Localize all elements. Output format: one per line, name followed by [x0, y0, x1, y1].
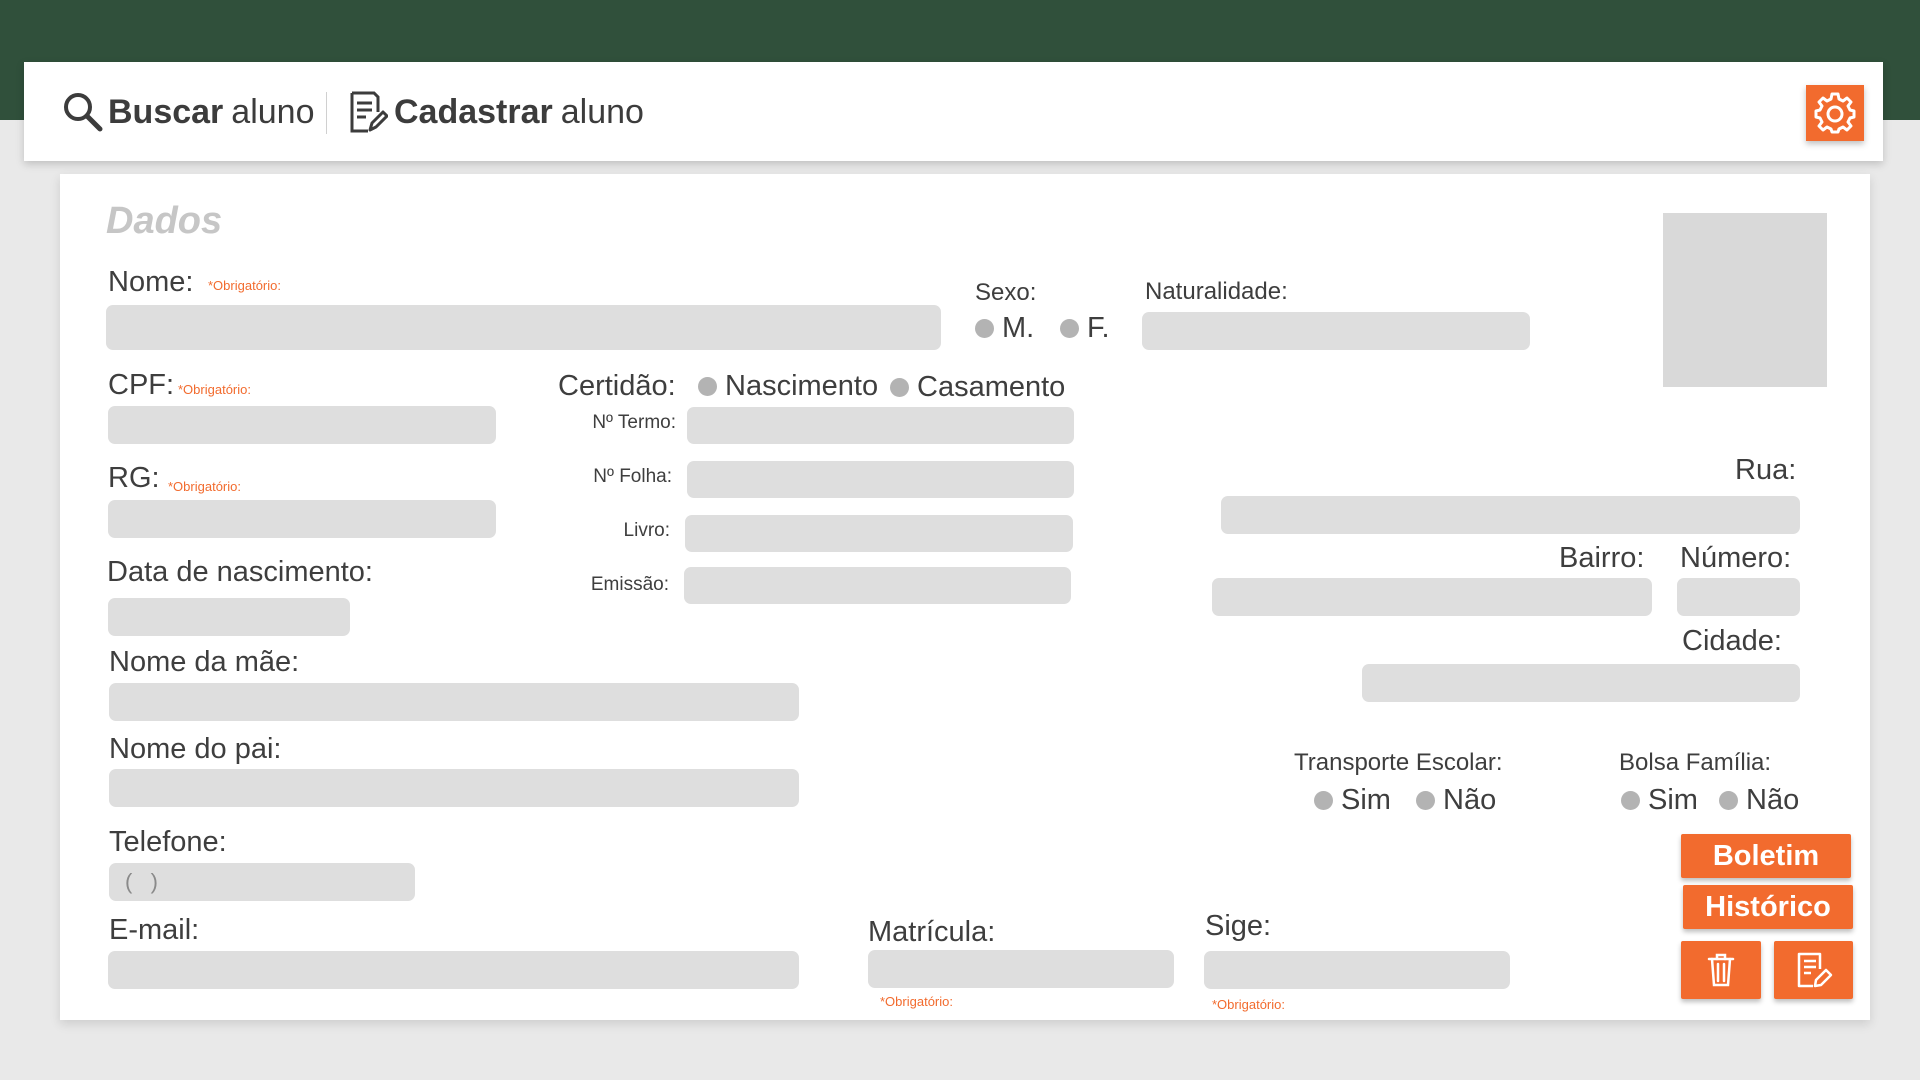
edit-button[interactable] [1774, 941, 1853, 999]
historico-button[interactable]: Histórico [1683, 885, 1853, 929]
numero-label: Número: [1680, 542, 1792, 574]
boletim-button[interactable]: Boletim [1681, 834, 1851, 878]
matricula-required: *Obrigatório: [880, 994, 953, 1009]
radio-dot [1060, 319, 1079, 338]
settings-button[interactable] [1806, 85, 1864, 141]
cpf-label: CPF: [108, 369, 175, 401]
telefone-input[interactable] [109, 863, 415, 901]
transporte-option-sim[interactable]: Sim [1314, 784, 1391, 817]
nav-register-bold: Cadastrar [394, 92, 553, 131]
cidade-label: Cidade: [1682, 625, 1782, 657]
livro-label: Livro: [623, 520, 670, 541]
section-title: Dados [106, 200, 223, 242]
radio-dot [890, 378, 909, 397]
cpf-required: *Obrigatório: [178, 382, 251, 397]
sige-input[interactable] [1204, 951, 1510, 989]
radio-dot [975, 319, 994, 338]
termo-input[interactable] [687, 407, 1074, 444]
matricula-label: Matrícula: [868, 916, 996, 948]
search-icon [64, 93, 103, 132]
bairro-input[interactable] [1212, 578, 1652, 616]
cidade-input[interactable] [1362, 664, 1800, 702]
bolsa-label: Bolsa Família: [1619, 749, 1772, 776]
nav-divider [326, 92, 327, 134]
rua-input[interactable] [1221, 496, 1800, 534]
nome-mae-input[interactable] [109, 683, 799, 721]
radio-dot [1416, 791, 1435, 810]
emissao-input[interactable] [684, 567, 1071, 604]
rg-input[interactable] [108, 500, 496, 538]
form-edit-icon [350, 91, 388, 133]
sexo-option-f[interactable]: F. [1060, 312, 1110, 345]
radio-dot [1719, 791, 1738, 810]
sige-required: *Obrigatório: [1212, 997, 1285, 1012]
bolsa-option-sim[interactable]: Sim [1621, 784, 1698, 817]
sexo-option-m[interactable]: M. [975, 312, 1034, 345]
certidao-nascimento-label: Nascimento [725, 370, 879, 402]
telefone-label: Telefone: [109, 826, 227, 858]
sexo-m-label: M. [1002, 312, 1035, 344]
edit-document-icon [1797, 952, 1832, 988]
data-nascimento-label: Data de nascimento: [107, 556, 373, 588]
email-label: E-mail: [109, 914, 200, 946]
termo-label: Nº Termo: [592, 412, 676, 433]
radio-dot [698, 377, 717, 396]
bairro-label: Bairro: [1559, 542, 1645, 574]
trash-icon [1707, 953, 1735, 987]
numero-input[interactable] [1677, 578, 1800, 616]
top-navbar: Buscar aluno Cadastrar aluno [24, 62, 1883, 161]
nav-register-student[interactable]: Cadastrar aluno [348, 90, 644, 134]
bolsa-sim-label: Sim [1648, 784, 1698, 816]
nav-search-rest: aluno [231, 92, 315, 131]
emissao-label: Emissão: [590, 574, 669, 595]
certidao-casamento-label: Casamento [917, 371, 1066, 403]
bolsa-nao-label: Não [1746, 784, 1800, 816]
livro-input[interactable] [685, 515, 1073, 552]
nome-input[interactable] [106, 305, 941, 350]
nome-pai-input[interactable] [109, 769, 799, 807]
nome-pai-label: Nome do pai: [109, 733, 282, 765]
student-form-panel: Dados Nome: *Obrigatório: Sexo: M. F. Na… [60, 174, 1870, 1020]
nav-register-rest: aluno [560, 92, 644, 131]
sexo-f-label: F. [1087, 312, 1110, 344]
bolsa-option-nao[interactable]: Não [1719, 784, 1799, 817]
nome-required: *Obrigatório: [208, 278, 281, 293]
transporte-label: Transporte Escolar: [1294, 749, 1503, 776]
radio-dot [1314, 791, 1333, 810]
delete-button[interactable] [1681, 941, 1761, 999]
radio-dot [1621, 791, 1640, 810]
gear-icon [1814, 92, 1856, 134]
sexo-label: Sexo: [975, 279, 1037, 306]
student-photo-placeholder[interactable] [1663, 213, 1827, 387]
data-nascimento-input[interactable] [108, 598, 350, 636]
transporte-option-nao[interactable]: Não [1416, 784, 1496, 817]
rg-label: RG: [108, 462, 160, 494]
nome-label: Nome: [108, 266, 194, 298]
matricula-input[interactable] [868, 950, 1174, 988]
sige-label: Sige: [1205, 910, 1272, 942]
folha-label: Nº Folha: [593, 466, 672, 487]
cpf-input[interactable] [108, 406, 496, 444]
transporte-nao-label: Não [1443, 784, 1497, 816]
email-input[interactable] [108, 951, 799, 989]
rua-label: Rua: [1735, 454, 1797, 486]
nav-search-bold: Buscar [108, 92, 224, 131]
certidao-option-casamento[interactable]: Casamento [890, 371, 1065, 404]
certidao-option-nascimento[interactable]: Nascimento [698, 370, 878, 403]
certidao-label: Certidão: [558, 370, 676, 402]
nav-search-student[interactable]: Buscar aluno [62, 90, 314, 134]
rg-required: *Obrigatório: [168, 479, 241, 494]
nome-mae-label: Nome da mãe: [109, 646, 300, 678]
folha-input[interactable] [687, 461, 1074, 498]
naturalidade-label: Naturalidade: [1145, 278, 1288, 305]
transporte-sim-label: Sim [1341, 784, 1391, 816]
naturalidade-input[interactable] [1142, 312, 1530, 350]
